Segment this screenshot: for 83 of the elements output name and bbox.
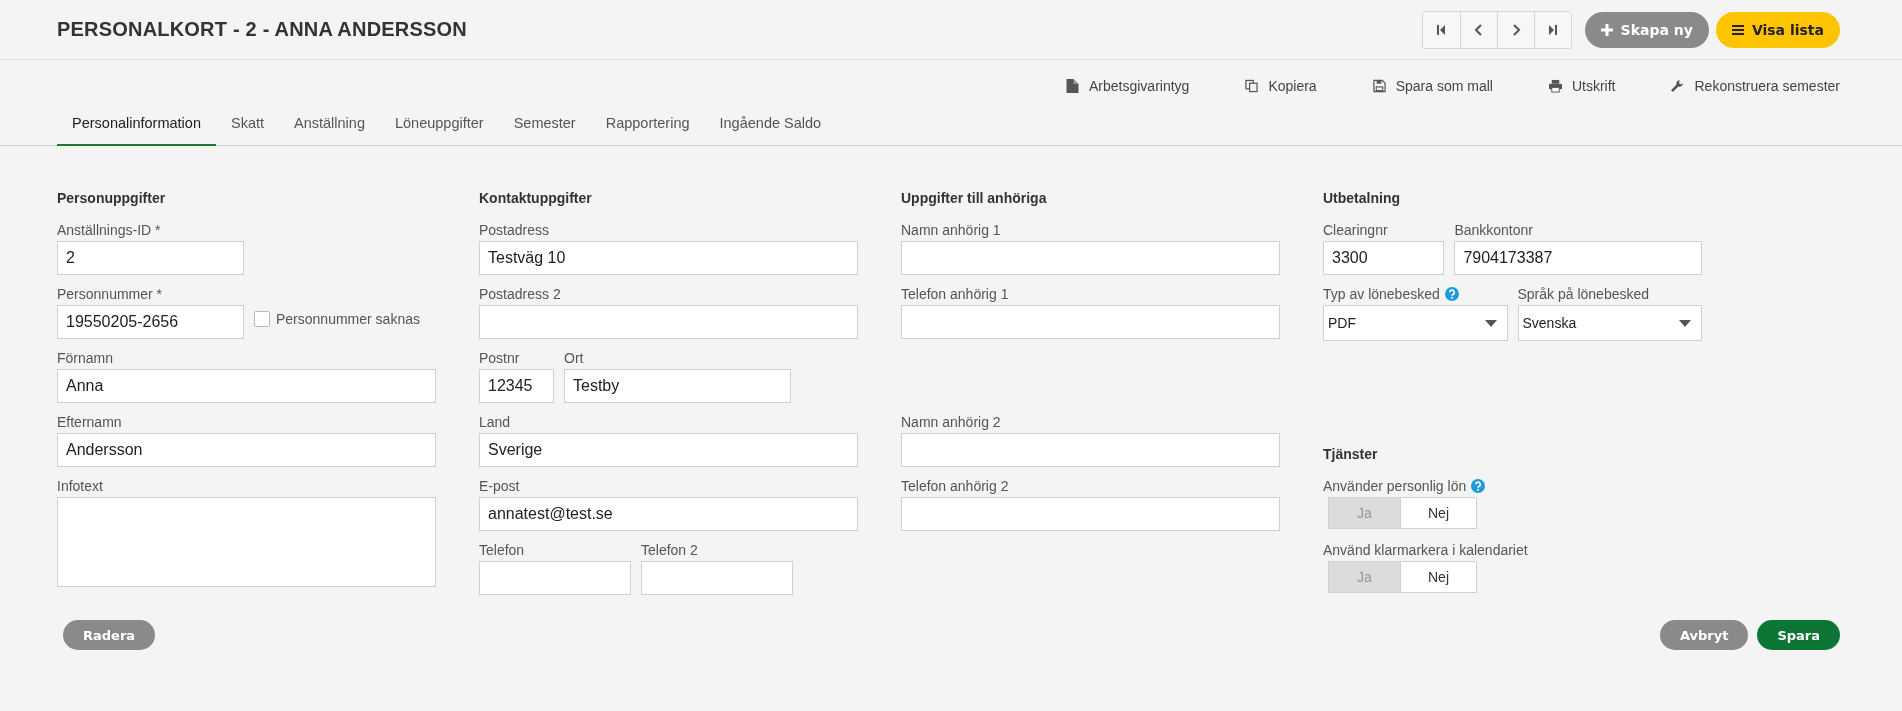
field-label: Bankkontonr [1454,221,1533,238]
section-heading: Utbetalning [1323,189,1401,208]
section-heading: Kontaktuppgifter [479,189,593,208]
dropdown-caret-icon [1679,319,1691,327]
input-field[interactable]: Anna [57,369,436,403]
field-label: Använder personlig lön [1323,477,1467,494]
field-label: Använd klarmarkera i kalendariet [1323,541,1528,558]
field-label: Namn anhörig 1 [901,221,1001,238]
dropdown-caret-icon [1484,319,1497,327]
input-field[interactable]: 19550205-2656 [57,305,244,339]
input-field[interactable]: Testby [564,369,791,403]
section-heading: Uppgifter till anhöriga [901,189,1048,208]
input-field[interactable]: 12345 [479,369,554,403]
document-icon [1066,79,1079,93]
field-label: Namn anhörig 2 [901,413,1001,430]
input-field[interactable] [479,305,858,339]
tab[interactable]: Löneuppgifter [379,97,499,146]
field-label: Telefon anhörig 2 [901,477,1009,494]
tab[interactable]: Semester [498,97,591,146]
field-label: Postnr [479,349,520,366]
help-icon[interactable] [1444,286,1459,301]
input-field[interactable]: annatest@test.se [479,497,858,531]
tab[interactable]: Skatt [215,97,279,146]
plus-icon [1600,23,1613,36]
dropdown[interactable]: Svenska [1517,305,1702,341]
first-icon [1435,23,1448,36]
floppy-icon [1372,79,1386,93]
page-title: PERSONALKORT - 2 - ANNA ANDERSSON [57,18,468,41]
field-label: Land [479,413,511,430]
list-icon [1731,23,1744,36]
field-label: Personnummer * [57,285,163,302]
input-field[interactable] [479,561,631,595]
toolbar-link[interactable]: Kopiera [1245,76,1317,96]
field-label: Språk på lönebesked [1517,285,1650,302]
text-area[interactable] [57,497,436,587]
field-label: E-post [479,477,520,494]
copy-icon [1245,79,1259,93]
last-button[interactable] [1533,11,1571,48]
input-field[interactable]: Testväg 10 [479,241,858,275]
field-label: Infotext [57,477,103,494]
field-label: Förnamn [57,349,114,366]
last-icon [1546,23,1559,36]
tab[interactable]: Anställning [279,97,380,146]
toolbar-link[interactable]: Rekonstruera semester [1671,76,1840,96]
field-label: Efternamn [57,413,122,430]
toolbar-link[interactable]: Utskrift [1548,76,1616,96]
input-field[interactable] [641,561,793,595]
tab[interactable]: Rapportering [590,97,705,146]
input-field[interactable] [901,433,1280,467]
field-label: Telefon anhörig 1 [901,285,1009,302]
wrench-icon [1671,79,1685,93]
input-field[interactable]: 3300 [1323,241,1445,275]
section-heading: Tjänster [1323,445,1379,464]
input-field[interactable] [901,497,1280,531]
input-field[interactable] [901,305,1280,339]
toolbar-link[interactable]: Arbetsgivarintyg [1066,76,1190,96]
field-label: Postadress [479,221,550,238]
field-label: Telefon 2 [641,541,698,558]
field-label: Typ av lönebesked [1323,285,1440,302]
toggle-option[interactable]: Nej [1400,498,1476,528]
dropdown[interactable]: PDF [1323,305,1508,341]
section-heading: Personuppgifter [57,189,167,208]
field-label: Clearingnr [1323,221,1388,238]
chevron-left-icon [1472,23,1485,36]
list-button[interactable]: Visa lista [1715,11,1840,48]
field-label: Anställnings-ID * [57,221,161,238]
toggle-option[interactable]: Nej [1400,562,1476,592]
tab[interactable]: Personalinformation [57,97,216,146]
input-field[interactable]: Sverige [479,433,858,467]
field-label: Ort [564,349,584,366]
tab[interactable]: Ingående Saldo [704,97,837,146]
input-field[interactable]: 2 [57,241,244,275]
input-field[interactable]: 7904173387 [1454,241,1702,275]
input-field[interactable]: Andersson [57,433,436,467]
toolbar-link[interactable]: Spara som mall [1372,76,1493,96]
field-label: Postadress 2 [479,285,561,302]
checkbox-box[interactable] [254,311,270,327]
field-label: Telefon [479,541,525,558]
input-field[interactable] [901,241,1280,275]
checkbox[interactable]: Personnummer saknas [254,311,420,327]
save-button[interactable]: Spara [1757,620,1840,650]
help-icon[interactable] [1471,478,1486,493]
printer-icon [1548,79,1562,93]
